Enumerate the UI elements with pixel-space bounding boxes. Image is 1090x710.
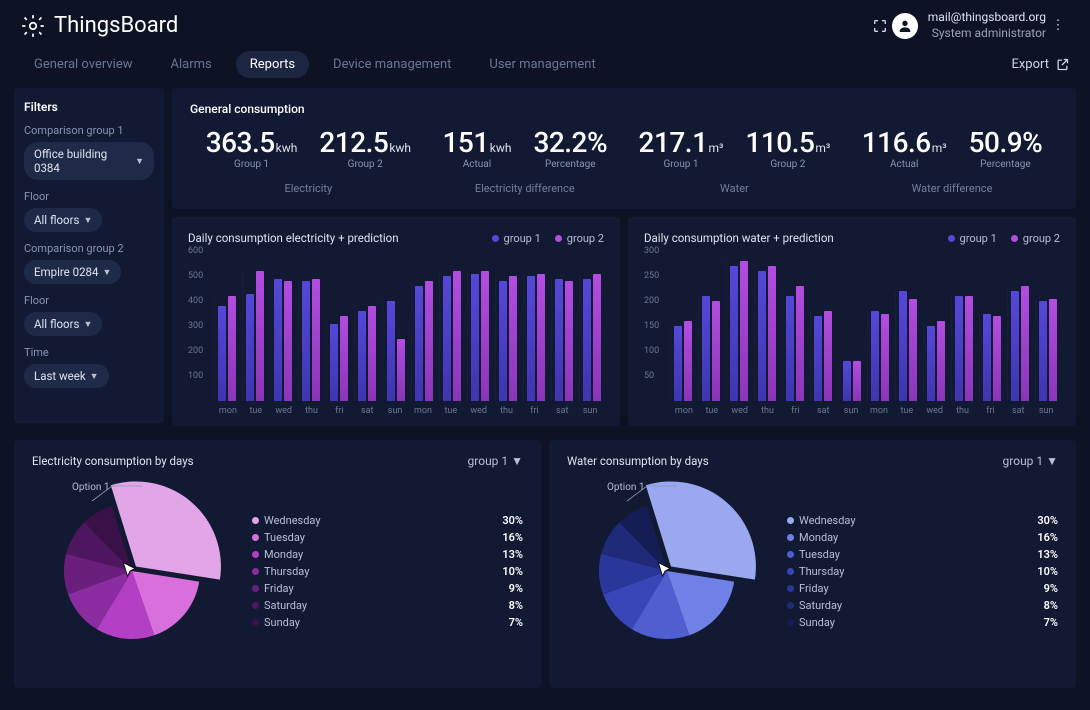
metric-electricity: 363.5kwhGroup 1 212.5kwhGroup 2 Electric… <box>206 126 411 195</box>
pie-legend: Wednesday30%Tuesday16%Monday13%Thursday1… <box>252 512 523 631</box>
chevron-down-icon: ▼ <box>83 215 92 226</box>
pie-group-selector[interactable]: group 1 ▼ <box>1003 454 1058 468</box>
avatar <box>892 13 918 39</box>
gear-icon <box>20 13 46 39</box>
filter-group1[interactable]: Office building 0384▼ <box>24 142 154 180</box>
filter-floor1[interactable]: All floors▼ <box>24 208 102 232</box>
app-header: ThingsBoard mail@thingsboard.org System … <box>0 0 1090 47</box>
user-menu[interactable]: mail@thingsboard.org System administrato… <box>892 10 1046 41</box>
filter-floor2[interactable]: All floors▼ <box>24 312 102 336</box>
chevron-down-icon: ▼ <box>83 319 92 330</box>
metric-electricity-diff: 151kwhActual 32.2%Percentage Electricity… <box>442 126 607 195</box>
chart-electricity-daily: Daily consumption electricity + predicti… <box>172 217 620 426</box>
export-button[interactable]: Export <box>1011 57 1070 72</box>
pie-group-selector[interactable]: group 1 ▼ <box>468 454 523 468</box>
fullscreen-icon[interactable] <box>868 14 892 38</box>
filter-time[interactable]: Last week▼ <box>24 364 109 388</box>
brand-name: ThingsBoard <box>54 13 178 38</box>
brand-logo[interactable]: ThingsBoard <box>20 13 178 39</box>
chart-legend: group 1 group 2 <box>948 232 1060 245</box>
pie-water: Water consumption by days group 1 ▼ Opti… <box>549 440 1076 688</box>
pie-electricity: Electricity consumption by days group 1 … <box>14 440 541 688</box>
nav-tabs: General overview Alarms Reports Device m… <box>0 47 1090 88</box>
user-info: mail@thingsboard.org System administrato… <box>928 10 1046 41</box>
general-consumption-panel: General consumption 363.5kwhGroup 1 212.… <box>172 88 1076 209</box>
tab-general-overview[interactable]: General overview <box>20 51 147 78</box>
tab-device-management[interactable]: Device management <box>319 51 465 78</box>
chevron-down-icon: ▼ <box>135 156 144 167</box>
chevron-down-icon: ▼ <box>90 371 99 382</box>
filter-group2[interactable]: Empire 0284▼ <box>24 260 121 284</box>
tab-user-management[interactable]: User management <box>475 51 609 78</box>
pie-legend: Wednesday30%Monday16%Tuesday13%Thursday1… <box>787 512 1058 631</box>
filters-title: Filters <box>24 100 154 114</box>
chart-legend: group 1 group 2 <box>492 232 604 245</box>
tab-reports[interactable]: Reports <box>236 51 309 78</box>
chart-water-daily: Daily consumption water + prediction gro… <box>628 217 1076 426</box>
chevron-down-icon: ▼ <box>102 267 111 278</box>
more-icon[interactable]: ⋮ <box>1046 14 1070 38</box>
cursor-icon <box>120 561 140 581</box>
tab-alarms[interactable]: Alarms <box>157 51 226 78</box>
cursor-icon <box>655 561 675 581</box>
filters-panel: Filters Comparison group 1 Office buildi… <box>14 88 164 423</box>
metric-water-diff: 116.6m³Actual 50.9%Percentage Water diff… <box>862 126 1043 195</box>
metric-water: 217.1m³Group 1 110.5m³Group 2 Water <box>639 126 831 195</box>
